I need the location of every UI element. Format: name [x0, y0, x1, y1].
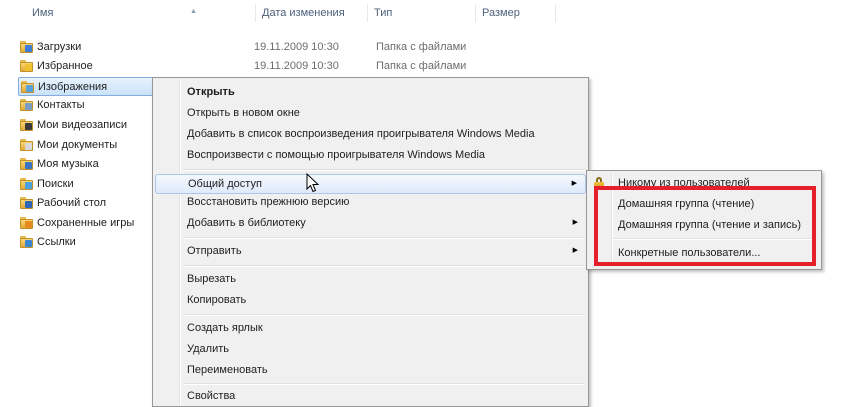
menu-item-share[interactable]: Общий доступ ▶ — [155, 174, 586, 194]
submenu-item-specific-people[interactable]: Конкретные пользователи... — [589, 243, 819, 263]
column-header-bar: Имя ▲ Дата изменения Тип Размер — [0, 0, 850, 26]
lock-icon — [594, 177, 604, 189]
file-name: Мои документы — [37, 139, 118, 151]
file-name: Загрузки — [37, 41, 82, 53]
submenu-item-homegroup-readwrite[interactable]: Домашняя группа (чтение и запись) — [589, 215, 819, 235]
menu-item-share-label: Общий доступ — [188, 178, 262, 190]
file-name: Моя музыка — [37, 158, 99, 170]
column-header-size-label: Размер — [482, 7, 520, 19]
file-name: Сохраненные игры — [37, 217, 135, 229]
menu-item-add-to-library-label: Добавить в библиотеку — [187, 217, 306, 229]
submenu-item-nobody-label: Никому из пользователей — [618, 177, 750, 189]
menu-item-play-with[interactable]: Воспроизвести с помощью проигрывателя Wi… — [155, 145, 586, 165]
menu-separator — [183, 265, 585, 267]
file-name: Ссылки — [37, 236, 76, 248]
menu-item-copy[interactable]: Копировать — [155, 290, 586, 310]
file-name: Рабочий стол — [37, 197, 107, 209]
column-header-date[interactable]: Дата изменения — [256, 4, 368, 22]
column-header-name-label: Имя — [32, 7, 54, 19]
file-row[interactable]: Избранное 19.11.2009 10:30 Папка с файла… — [18, 57, 552, 76]
submenu-arrow-icon: ▶ — [572, 219, 578, 226]
share-submenu: Никому из пользователей Домашняя группа … — [586, 170, 822, 270]
menu-item-send-to-label: Отправить — [187, 245, 242, 257]
column-header-size[interactable]: Размер — [476, 4, 556, 22]
menu-separator — [183, 383, 585, 385]
submenu-arrow-icon: ▶ — [572, 247, 578, 254]
submenu-item-homegroup-read[interactable]: Домашняя группа (чтение) — [589, 194, 819, 214]
column-header-type[interactable]: Тип — [368, 4, 476, 22]
menu-item-delete[interactable]: Удалить — [155, 339, 586, 359]
menu-item-cut[interactable]: Вырезать — [155, 269, 586, 289]
file-date: 19.11.2009 10:30 — [254, 60, 339, 72]
mouse-cursor-icon — [306, 173, 320, 193]
sort-ascending-icon: ▲ — [190, 8, 197, 15]
menu-item-open-new-window[interactable]: Открыть в новом окне — [155, 103, 586, 123]
submenu-arrow-icon: ▶ — [571, 180, 577, 187]
menu-item-open[interactable]: Открыть — [155, 82, 586, 102]
menu-item-add-to-playlist[interactable]: Добавить в список воспроизведения проигр… — [155, 124, 586, 144]
menu-item-rename[interactable]: Переименовать — [155, 360, 586, 380]
column-header-name[interactable]: Имя ▲ — [26, 4, 256, 22]
menu-separator — [183, 169, 585, 171]
file-date: 19.11.2009 10:30 — [254, 41, 339, 53]
menu-item-send-to[interactable]: Отправить ▶ — [155, 241, 586, 261]
column-header-date-label: Дата изменения — [262, 7, 345, 19]
file-name: Мои видеозаписи — [37, 119, 128, 131]
file-name: Контакты — [37, 99, 85, 111]
submenu-separator — [614, 238, 817, 240]
file-type: Папка с файлами — [376, 60, 467, 72]
file-name: Избранное — [37, 60, 93, 72]
menu-item-properties[interactable]: Свойства — [155, 386, 586, 406]
file-row[interactable]: Загрузки 19.11.2009 10:30 Папка с файлам… — [18, 38, 552, 57]
file-type: Папка с файлами — [376, 41, 467, 53]
submenu-item-nobody[interactable]: Никому из пользователей — [589, 173, 819, 193]
menu-separator — [183, 314, 585, 316]
file-name: Поиски — [37, 178, 74, 190]
context-menu: Открыть Открыть в новом окне Добавить в … — [152, 77, 589, 407]
column-header-type-label: Тип — [374, 7, 393, 19]
file-name: Изображения — [38, 81, 108, 93]
menu-separator — [183, 237, 585, 239]
menu-item-restore[interactable]: Восстановить прежнюю версию — [155, 192, 586, 212]
menu-item-add-to-library[interactable]: Добавить в библиотеку ▶ — [155, 213, 586, 233]
menu-item-create-shortcut[interactable]: Создать ярлык — [155, 318, 586, 338]
